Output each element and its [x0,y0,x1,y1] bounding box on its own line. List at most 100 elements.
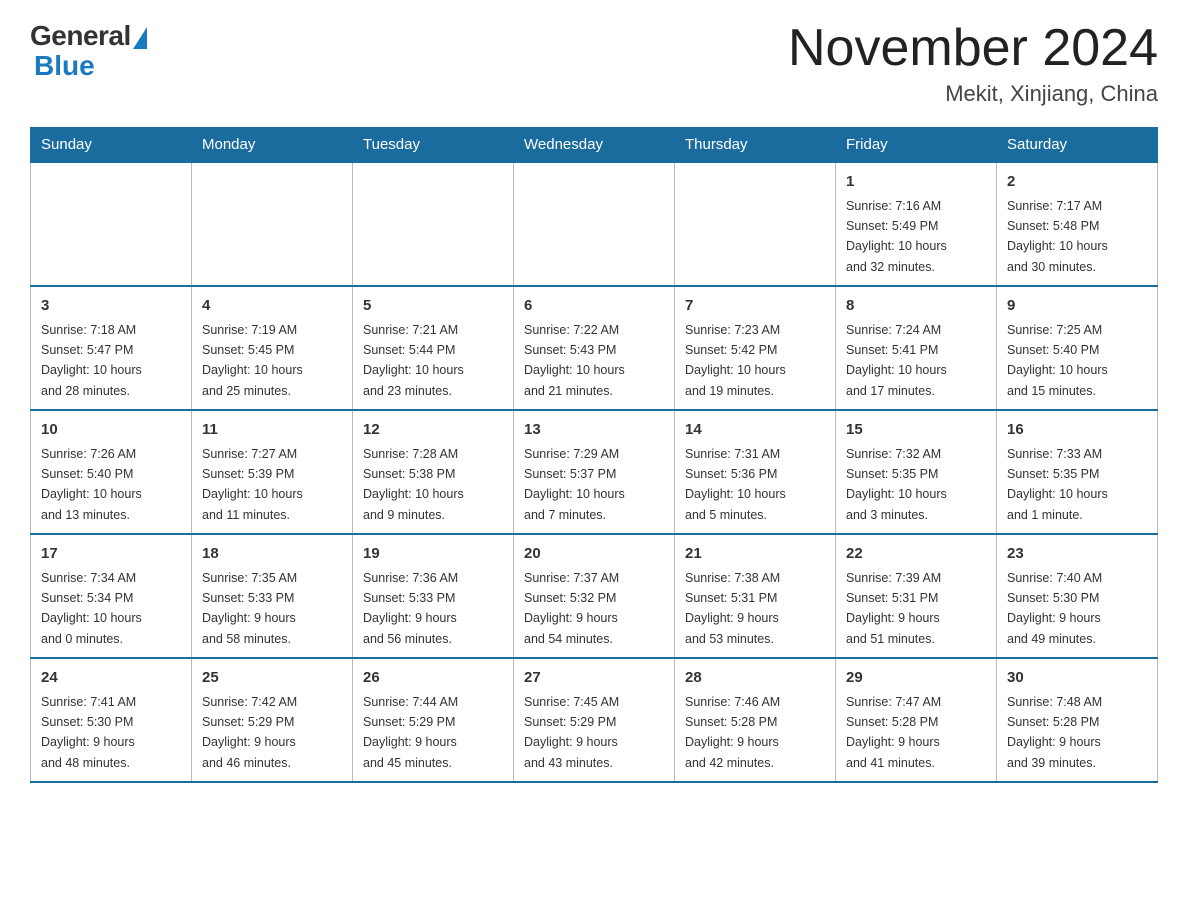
day-number: 20 [524,543,664,566]
calendar-cell [675,162,836,286]
calendar-cell [353,162,514,286]
calendar-cell: 12 Sunrise: 7:28 AM Sunset: 5:38 PM Dayli… [353,410,514,534]
day-number: 10 [41,419,181,442]
weekday-header-wednesday: Wednesday [514,128,675,163]
day-number: 21 [685,543,825,566]
title-section: November 2024 Mekit, Xinjiang, China [788,20,1158,107]
day-number: 26 [363,667,503,690]
day-number: 24 [41,667,181,690]
day-info: Sunrise: 7:48 AM Sunset: 5:28 PM Dayligh… [1007,695,1102,770]
day-number: 11 [202,419,342,442]
day-number: 5 [363,295,503,318]
calendar-cell: 22 Sunrise: 7:39 AM Sunset: 5:31 PM Dayli… [836,534,997,658]
day-number: 18 [202,543,342,566]
day-info: Sunrise: 7:34 AM Sunset: 5:34 PM Dayligh… [41,571,142,646]
day-info: Sunrise: 7:24 AM Sunset: 5:41 PM Dayligh… [846,323,947,398]
day-number: 6 [524,295,664,318]
day-info: Sunrise: 7:33 AM Sunset: 5:35 PM Dayligh… [1007,447,1108,522]
day-number: 14 [685,419,825,442]
day-info: Sunrise: 7:44 AM Sunset: 5:29 PM Dayligh… [363,695,458,770]
day-number: 15 [846,419,986,442]
day-info: Sunrise: 7:47 AM Sunset: 5:28 PM Dayligh… [846,695,941,770]
calendar-cell: 9 Sunrise: 7:25 AM Sunset: 5:40 PM Daylig… [997,286,1158,410]
day-number: 7 [685,295,825,318]
day-info: Sunrise: 7:35 AM Sunset: 5:33 PM Dayligh… [202,571,297,646]
day-info: Sunrise: 7:21 AM Sunset: 5:44 PM Dayligh… [363,323,464,398]
calendar-cell: 7 Sunrise: 7:23 AM Sunset: 5:42 PM Daylig… [675,286,836,410]
calendar-week-1: 1 Sunrise: 7:16 AM Sunset: 5:49 PM Daylig… [31,162,1158,286]
weekday-header-sunday: Sunday [31,128,192,163]
day-number: 28 [685,667,825,690]
day-info: Sunrise: 7:38 AM Sunset: 5:31 PM Dayligh… [685,571,780,646]
calendar-cell: 14Sunrise: 7:31 AM Sunset: 5:36 PM Dayli… [675,410,836,534]
calendar-cell: 13 Sunrise: 7:29 AM Sunset: 5:37 PM Dayli… [514,410,675,534]
day-info: Sunrise: 7:40 AM Sunset: 5:30 PM Dayligh… [1007,571,1102,646]
calendar-cell: 11Sunrise: 7:27 AM Sunset: 5:39 PM Dayli… [192,410,353,534]
weekday-header-monday: Monday [192,128,353,163]
day-number: 4 [202,295,342,318]
calendar-cell: 19 Sunrise: 7:36 AM Sunset: 5:33 PM Dayli… [353,534,514,658]
calendar-cell: 1 Sunrise: 7:16 AM Sunset: 5:49 PM Daylig… [836,162,997,286]
day-number: 1 [846,171,986,194]
day-number: 19 [363,543,503,566]
day-info: Sunrise: 7:17 AM Sunset: 5:48 PM Dayligh… [1007,199,1108,274]
calendar-cell: 3Sunrise: 7:18 AM Sunset: 5:47 PM Daylig… [31,286,192,410]
day-info: Sunrise: 7:28 AM Sunset: 5:38 PM Dayligh… [363,447,464,522]
page-header: General Blue November 2024 Mekit, Xinjia… [30,20,1158,107]
day-info: Sunrise: 7:41 AM Sunset: 5:30 PM Dayligh… [41,695,136,770]
day-info: Sunrise: 7:18 AM Sunset: 5:47 PM Dayligh… [41,323,142,398]
day-number: 16 [1007,419,1147,442]
calendar-cell [192,162,353,286]
calendar-cell: 30 Sunrise: 7:48 AM Sunset: 5:28 PM Dayli… [997,658,1158,782]
day-info: Sunrise: 7:16 AM Sunset: 5:49 PM Dayligh… [846,199,947,274]
calendar-cell: 23 Sunrise: 7:40 AM Sunset: 5:30 PM Dayli… [997,534,1158,658]
day-info: Sunrise: 7:36 AM Sunset: 5:33 PM Dayligh… [363,571,458,646]
calendar-cell: 5 Sunrise: 7:21 AM Sunset: 5:44 PM Daylig… [353,286,514,410]
calendar-week-5: 24 Sunrise: 7:41 AM Sunset: 5:30 PM Dayli… [31,658,1158,782]
logo-triangle-icon [133,27,147,49]
day-number: 12 [363,419,503,442]
day-number: 29 [846,667,986,690]
day-number: 23 [1007,543,1147,566]
weekday-header-friday: Friday [836,128,997,163]
calendar-cell [514,162,675,286]
weekday-header-tuesday: Tuesday [353,128,514,163]
day-number: 22 [846,543,986,566]
calendar-week-2: 3Sunrise: 7:18 AM Sunset: 5:47 PM Daylig… [31,286,1158,410]
day-number: 27 [524,667,664,690]
day-info: Sunrise: 7:39 AM Sunset: 5:31 PM Dayligh… [846,571,941,646]
day-number: 9 [1007,295,1147,318]
day-number: 30 [1007,667,1147,690]
day-number: 25 [202,667,342,690]
day-info: Sunrise: 7:32 AM Sunset: 5:35 PM Dayligh… [846,447,947,522]
day-number: 13 [524,419,664,442]
calendar-week-3: 10 Sunrise: 7:26 AM Sunset: 5:40 PM Dayli… [31,410,1158,534]
calendar-cell: 10 Sunrise: 7:26 AM Sunset: 5:40 PM Dayli… [31,410,192,534]
day-number: 17 [41,543,181,566]
calendar-cell: 4 Sunrise: 7:19 AM Sunset: 5:45 PM Daylig… [192,286,353,410]
calendar-cell: 16 Sunrise: 7:33 AM Sunset: 5:35 PM Dayli… [997,410,1158,534]
calendar-cell: 18 Sunrise: 7:35 AM Sunset: 5:33 PM Dayli… [192,534,353,658]
day-info: Sunrise: 7:26 AM Sunset: 5:40 PM Dayligh… [41,447,142,522]
weekday-header-row: SundayMondayTuesdayWednesdayThursdayFrid… [31,128,1158,163]
day-info: Sunrise: 7:25 AM Sunset: 5:40 PM Dayligh… [1007,323,1108,398]
day-info: Sunrise: 7:46 AM Sunset: 5:28 PM Dayligh… [685,695,780,770]
logo: General Blue [30,20,147,82]
weekday-header-thursday: Thursday [675,128,836,163]
month-title: November 2024 [788,20,1158,77]
weekday-header-saturday: Saturday [997,128,1158,163]
day-info: Sunrise: 7:37 AM Sunset: 5:32 PM Dayligh… [524,571,619,646]
location-title: Mekit, Xinjiang, China [788,81,1158,107]
day-info: Sunrise: 7:19 AM Sunset: 5:45 PM Dayligh… [202,323,303,398]
day-number: 2 [1007,171,1147,194]
calendar-cell: 21 Sunrise: 7:38 AM Sunset: 5:31 PM Dayli… [675,534,836,658]
calendar-cell: 17 Sunrise: 7:34 AM Sunset: 5:34 PM Dayli… [31,534,192,658]
calendar-cell: 6 Sunrise: 7:22 AM Sunset: 5:43 PM Daylig… [514,286,675,410]
day-info: Sunrise: 7:29 AM Sunset: 5:37 PM Dayligh… [524,447,625,522]
calendar-cell: 26 Sunrise: 7:44 AM Sunset: 5:29 PM Dayli… [353,658,514,782]
day-number: 8 [846,295,986,318]
logo-blue-text: Blue [34,50,95,82]
calendar-cell: 27Sunrise: 7:45 AM Sunset: 5:29 PM Dayli… [514,658,675,782]
day-info: Sunrise: 7:22 AM Sunset: 5:43 PM Dayligh… [524,323,625,398]
day-info: Sunrise: 7:23 AM Sunset: 5:42 PM Dayligh… [685,323,786,398]
